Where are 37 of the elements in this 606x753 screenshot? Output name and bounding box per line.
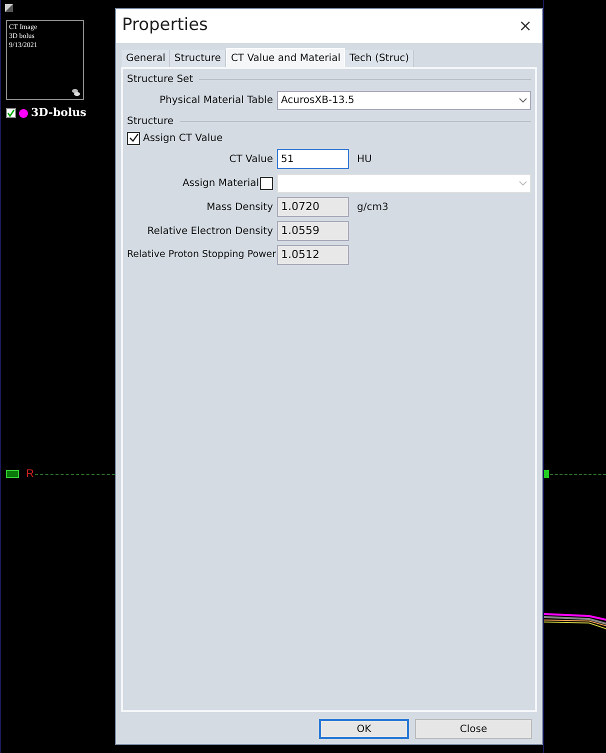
- tab[interactable]: General: [122, 50, 170, 67]
- stopping-power-field: 1.0512: [277, 245, 349, 265]
- group-heading: Structure Set: [127, 72, 194, 86]
- checkbox-label: Assign Material: [182, 176, 259, 190]
- tab[interactable]: Structure: [170, 50, 226, 67]
- checkbox[interactable]: [127, 132, 140, 144]
- dashed-guide-line: [550, 474, 606, 475]
- dialog-title: Properties: [122, 14, 208, 38]
- visibility-checkbox[interactable]: [6, 108, 16, 118]
- coins-icon: [71, 88, 81, 97]
- ct-value-input[interactable]: 51: [277, 149, 349, 169]
- dialog-button[interactable]: OK: [319, 719, 409, 739]
- group-heading: Structure: [127, 114, 174, 128]
- dialog-button[interactable]: Close: [415, 719, 532, 739]
- isocenter-tick: [544, 470, 549, 478]
- tab[interactable]: Tech (Struc): [345, 50, 414, 67]
- contour-lines-drawing: [544, 612, 606, 632]
- electron-density-field: 1.0559: [277, 221, 349, 241]
- field-label: Physical Material Table: [158, 94, 274, 108]
- tab[interactable]: CT Value and Material: [226, 48, 346, 67]
- chevron-down-icon: [519, 98, 527, 102]
- isocenter-marker: [6, 470, 19, 478]
- close-button[interactable]: ×: [514, 14, 536, 38]
- unit-label: g/cm3: [357, 200, 388, 214]
- field-label: Relative Electron Density: [146, 224, 274, 238]
- unit-label: HU: [357, 152, 372, 166]
- mass-density-field: 1.0720: [277, 197, 349, 217]
- orientation-label: R: [26, 467, 34, 482]
- field-label: Mass Density: [206, 200, 274, 214]
- chevron-down-icon: [519, 180, 527, 186]
- field-label: CT Value: [228, 152, 274, 166]
- structure-name[interactable]: 3D-bolus: [31, 105, 86, 122]
- checkbox[interactable]: [260, 176, 273, 190]
- field-label: Relative Proton Stopping Power: [127, 248, 277, 262]
- viewer-corner-icon[interactable]: [5, 4, 13, 12]
- material-table-dropdown[interactable]: AcurosXB-13.5: [277, 90, 531, 110]
- checkbox-label: Assign CT Value: [143, 132, 223, 146]
